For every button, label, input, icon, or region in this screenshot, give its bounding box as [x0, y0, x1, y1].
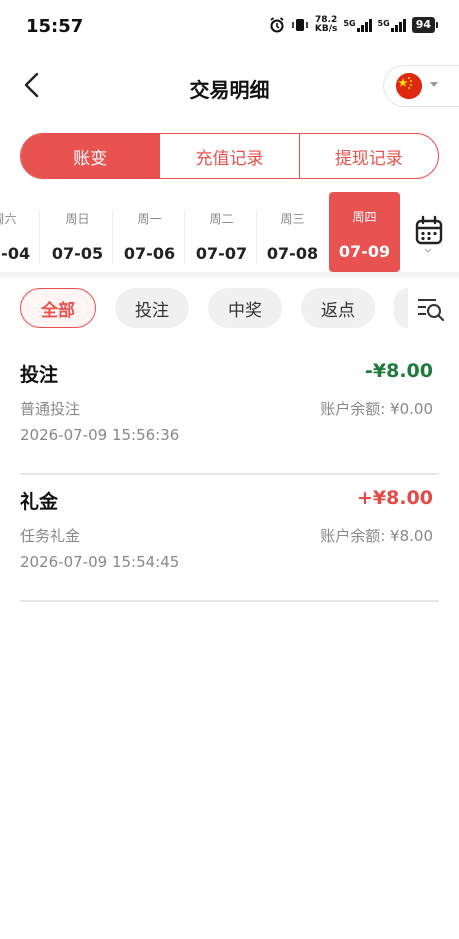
vibrate-icon	[292, 19, 308, 31]
filter-chip-overflow[interactable]	[394, 288, 408, 328]
day-item[interactable]: 周日 07-05	[42, 194, 113, 270]
divider	[0, 272, 459, 278]
china-flag-icon	[396, 73, 422, 99]
transaction-type: 任务礼金	[20, 527, 81, 545]
day-item[interactable]: 周六 07-04	[0, 194, 40, 270]
tab-deposit-records[interactable]: 充值记录	[159, 134, 298, 178]
transaction-title: 投注	[20, 364, 59, 386]
filter-chip-rebate[interactable]: 返点	[301, 288, 375, 328]
transaction-amount: -¥8.00	[365, 360, 433, 382]
filter-chips: 全部 投注 中奖 返点	[0, 288, 459, 330]
filter-chip-bet[interactable]: 投注	[115, 288, 189, 328]
status-icons: 78.2 KB/s 5G 5G 94	[269, 15, 439, 34]
tab-account-changes[interactable]: 账变	[21, 134, 160, 178]
tab-withdraw-records[interactable]: 提现记录	[298, 134, 438, 178]
header: 交易明细	[0, 60, 459, 112]
day-item[interactable]: 周三 07-08	[257, 194, 328, 270]
status-time: 15:57	[26, 16, 84, 37]
alarm-icon	[270, 17, 284, 33]
day-item-selected[interactable]: 周四 07-09	[329, 192, 400, 272]
transaction-time: 2026-07-09 15:56:36	[20, 426, 180, 444]
signal-bars-icon	[356, 18, 372, 32]
record-type-tabs: 账变 充值记录 提现记录	[20, 133, 439, 179]
calendar-icon[interactable]	[412, 214, 446, 248]
transaction-balance: 账户余额: ¥0.00	[320, 400, 433, 418]
transaction-row[interactable]: 礼金 +¥8.00 任务礼金 账户余额: ¥8.00 2026-07-09 15…	[20, 473, 439, 602]
filter-chip-all[interactable]: 全部	[20, 288, 96, 328]
transaction-time: 2026-07-09 15:54:45	[20, 553, 180, 571]
filter-search-icon[interactable]	[416, 296, 446, 322]
transaction-type: 普通投注	[20, 400, 81, 418]
chevron-down-icon	[430, 82, 438, 87]
cellular-signal-1: 5G	[343, 18, 372, 32]
chevron-down-icon[interactable]	[424, 247, 432, 255]
cellular-signal-2: 5G	[378, 18, 406, 32]
battery-icon: 94	[411, 17, 439, 33]
filter-chip-win[interactable]: 中奖	[208, 288, 282, 328]
day-item[interactable]: 周二 07-07	[186, 194, 257, 270]
transaction-balance: 账户余额: ¥8.00	[320, 527, 433, 545]
signal-bars-icon	[390, 18, 406, 32]
status-bar: 15:57 78.2 KB/s 5G 5G 94	[0, 0, 459, 52]
date-strip: 周六 07-04 周日 07-05 周一 07-06 周二 07-07 周三 0…	[0, 190, 459, 274]
transaction-row[interactable]: 投注 -¥8.00 普通投注 账户余额: ¥0.00 2026-07-09 15…	[20, 346, 439, 475]
transaction-title: 礼金	[20, 491, 59, 513]
language-selector[interactable]	[383, 65, 459, 107]
transaction-amount: +¥8.00	[356, 487, 433, 509]
day-item[interactable]: 周一 07-06	[114, 194, 185, 270]
network-speed: 78.2 KB/s	[314, 15, 338, 34]
